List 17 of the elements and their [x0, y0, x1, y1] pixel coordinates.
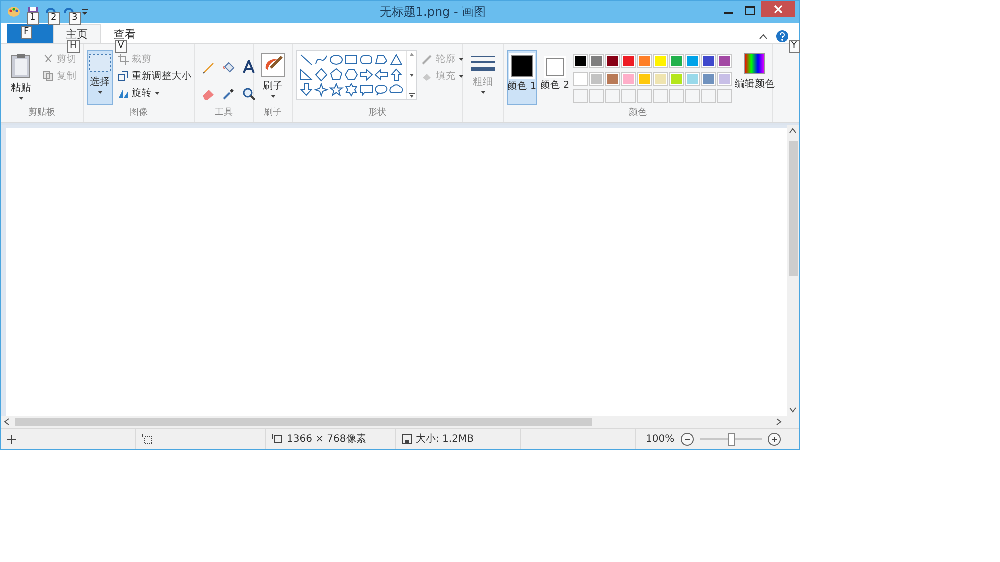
group-label: 颜色 — [628, 106, 648, 120]
keytip-tooltip: F — [21, 26, 32, 39]
keytip-tooltip: V — [115, 40, 128, 53]
keytip-tooltip: 2 — [48, 12, 60, 25]
group-label: 剪贴板 — [28, 106, 56, 120]
keytip-tooltip: Y — [788, 40, 800, 53]
group-label: 图像 — [129, 106, 149, 120]
group-label: 工具 — [214, 106, 234, 120]
image-dimensions: 1366 × 768像素 — [287, 432, 366, 446]
zoom-level: 100% — [646, 434, 675, 444]
keytip-tooltip: H — [67, 40, 80, 53]
file-size: 大小: 1.2MB — [416, 432, 474, 446]
window-title: 无标题1.png - 画图 — [378, 4, 488, 20]
group-label: 形状 — [368, 106, 388, 120]
keytip-tooltip: 3 — [69, 12, 81, 25]
group-label: 刷子 — [263, 106, 283, 120]
keytip-tooltip: 1 — [27, 12, 39, 25]
